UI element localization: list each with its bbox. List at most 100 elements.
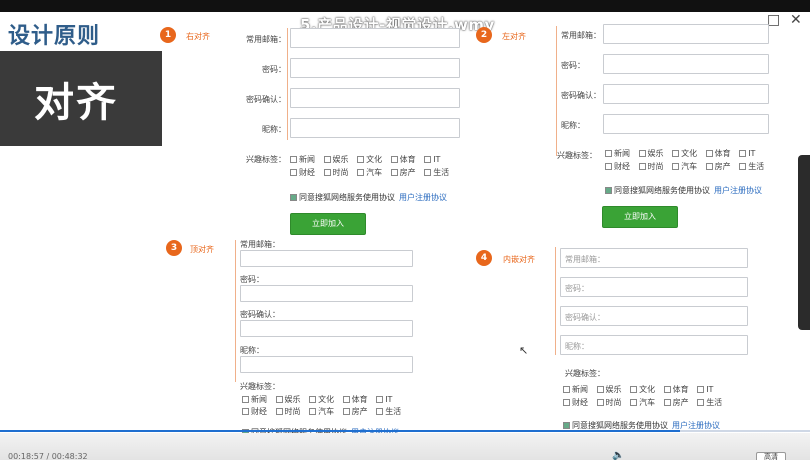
quality-button[interactable]: 高清 bbox=[756, 452, 786, 460]
section-2-label: 左对齐 bbox=[502, 32, 526, 41]
checkbox[interactable] bbox=[563, 399, 570, 406]
mouse-cursor-icon: ↖ bbox=[519, 344, 529, 357]
checkbox[interactable] bbox=[376, 396, 384, 403]
email-label: 常用邮箱： bbox=[561, 31, 601, 40]
checkbox[interactable] bbox=[357, 169, 365, 176]
nickname-input[interactable] bbox=[290, 118, 460, 138]
nickname-input[interactable] bbox=[603, 114, 769, 134]
checkbox[interactable] bbox=[323, 156, 331, 163]
checkbox[interactable] bbox=[424, 156, 432, 163]
checkbox[interactable] bbox=[290, 156, 297, 163]
checkbox[interactable] bbox=[663, 386, 671, 393]
checkbox[interactable] bbox=[242, 396, 249, 403]
progress-fill bbox=[0, 430, 680, 432]
password-label: 密码： bbox=[240, 275, 264, 284]
slide-title: 设计原则 bbox=[8, 24, 101, 49]
nickname-label: 昵称： bbox=[262, 125, 286, 134]
email-input[interactable] bbox=[290, 28, 460, 48]
nickname-label: 昵称： bbox=[561, 121, 585, 130]
checkbox[interactable] bbox=[376, 408, 384, 415]
password-input[interactable] bbox=[603, 54, 769, 74]
nickname-label: 昵称： bbox=[240, 346, 264, 355]
checkbox[interactable] bbox=[605, 163, 612, 170]
volume-icon[interactable]: 🔈 bbox=[612, 450, 624, 460]
checkbox[interactable] bbox=[357, 156, 365, 163]
checkbox[interactable] bbox=[424, 169, 432, 176]
checkbox[interactable] bbox=[596, 386, 604, 393]
checkbox[interactable] bbox=[275, 396, 283, 403]
video-top-bar bbox=[0, 0, 810, 12]
checkbox[interactable] bbox=[390, 169, 398, 176]
agreement-link[interactable]: 用户注册协议 bbox=[672, 421, 720, 430]
checkbox[interactable] bbox=[630, 399, 638, 406]
email-input[interactable] bbox=[240, 250, 413, 267]
password-input[interactable]: 密码： bbox=[560, 277, 748, 297]
checkbox[interactable] bbox=[275, 408, 283, 415]
password-label: 密码： bbox=[262, 65, 286, 74]
nickname-input[interactable] bbox=[240, 356, 413, 373]
checkbox[interactable] bbox=[638, 150, 646, 157]
confirm-input[interactable] bbox=[240, 320, 413, 337]
confirm-input[interactable]: 密码确认： bbox=[560, 306, 748, 326]
email-input[interactable]: 常用邮箱： bbox=[560, 248, 748, 268]
checkbox[interactable] bbox=[563, 386, 570, 393]
tags-row-1: 新闻 娱乐 文化 体育 IT bbox=[605, 148, 761, 159]
agree-checkbox[interactable] bbox=[290, 194, 297, 201]
align-banner-text: 对齐 bbox=[34, 80, 118, 126]
alignment-guide bbox=[555, 247, 556, 355]
checkbox[interactable] bbox=[390, 156, 398, 163]
checkbox[interactable] bbox=[323, 169, 331, 176]
email-label: 常用邮箱： bbox=[246, 35, 286, 44]
confirm-label: 密码确认： bbox=[246, 95, 286, 104]
checkbox[interactable] bbox=[672, 163, 680, 170]
password-input[interactable] bbox=[290, 58, 460, 78]
checkbox[interactable] bbox=[309, 396, 317, 403]
section-2-number: 2 bbox=[476, 27, 492, 43]
checkbox[interactable] bbox=[605, 150, 612, 157]
section-1-label: 右对齐 bbox=[186, 32, 210, 41]
tags-row-2: 财经 时尚 汽车 房产 生活 bbox=[290, 167, 455, 178]
checkbox[interactable] bbox=[663, 399, 671, 406]
checkbox[interactable] bbox=[672, 150, 680, 157]
section-1-number: 1 bbox=[160, 27, 176, 43]
confirm-label: 密码确认： bbox=[240, 310, 280, 319]
interests-label: 兴趣标签： bbox=[240, 382, 280, 391]
alignment-guide bbox=[287, 28, 288, 140]
video-player: 5.产品设计-视觉设计.wmv _ □ ✕ 设计原则 对齐 1 右对齐 常用邮箱… bbox=[0, 0, 810, 460]
nickname-input[interactable]: 昵称： bbox=[560, 335, 748, 355]
email-label: 常用邮箱： bbox=[240, 240, 280, 249]
checkbox[interactable] bbox=[638, 163, 646, 170]
checkbox[interactable] bbox=[309, 408, 317, 415]
join-button[interactable]: 立即加入 bbox=[602, 206, 678, 228]
side-panel-handle[interactable] bbox=[798, 155, 810, 330]
agree-row: 同意搜狐网络服务使用协议用户注册协议 bbox=[290, 192, 447, 203]
agreement-link[interactable]: 用户注册协议 bbox=[714, 186, 762, 195]
interests-label: 兴趣标签： bbox=[246, 155, 286, 164]
confirm-input[interactable] bbox=[603, 84, 769, 104]
password-input[interactable] bbox=[240, 285, 413, 302]
email-input[interactable] bbox=[603, 24, 769, 44]
agreement-link[interactable]: 用户注册协议 bbox=[399, 193, 447, 202]
checkbox[interactable] bbox=[630, 386, 638, 393]
checkbox[interactable] bbox=[705, 150, 713, 157]
tags-row-1: 新闻 娱乐 文化 体育 IT bbox=[563, 384, 719, 395]
close-icon[interactable]: ✕ bbox=[790, 12, 802, 28]
confirm-input[interactable] bbox=[290, 88, 460, 108]
agree-checkbox[interactable] bbox=[563, 422, 570, 429]
checkbox[interactable] bbox=[342, 408, 350, 415]
confirm-label: 密码确认： bbox=[561, 91, 601, 100]
alignment-guide bbox=[556, 26, 557, 156]
checkbox[interactable] bbox=[697, 386, 705, 393]
tags-row-2: 财经 时尚 汽车 房产 生活 bbox=[242, 406, 407, 417]
checkbox[interactable] bbox=[697, 399, 705, 406]
tags-row-2: 财经 时尚 汽车 房产 生活 bbox=[563, 397, 728, 408]
agree-checkbox[interactable] bbox=[605, 187, 612, 194]
checkbox[interactable] bbox=[242, 408, 249, 415]
checkbox[interactable] bbox=[739, 150, 747, 157]
checkbox[interactable] bbox=[739, 163, 747, 170]
checkbox[interactable] bbox=[342, 396, 350, 403]
join-button[interactable]: 立即加入 bbox=[290, 213, 366, 235]
checkbox[interactable] bbox=[290, 169, 297, 176]
checkbox[interactable] bbox=[705, 163, 713, 170]
checkbox[interactable] bbox=[596, 399, 604, 406]
